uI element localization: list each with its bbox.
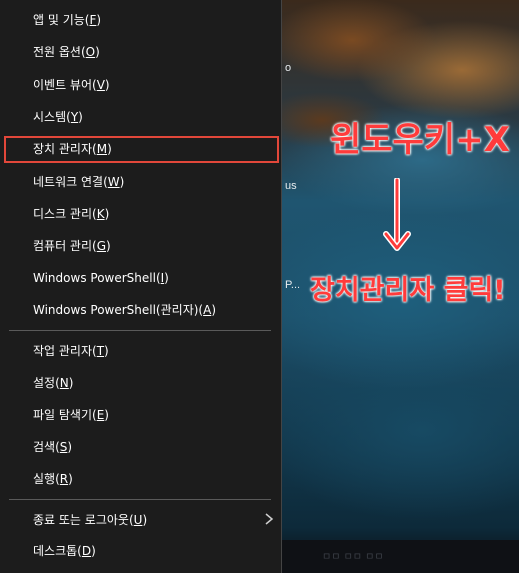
menu-item-accesskey: S (59, 440, 68, 454)
menu-separator (9, 330, 271, 331)
menu-item-accesskey: T (96, 344, 105, 358)
menu-item-label: 설정 (33, 376, 56, 390)
menu-item-accesskey: R (59, 472, 69, 486)
menu-item-label: 데스크톱 (33, 544, 78, 558)
menu-item-power-options[interactable]: 전원 옵션(O) (0, 36, 281, 68)
menu-item-shutdown-signout[interactable]: 종료 또는 로그아웃(U) (0, 504, 281, 536)
menu-item-accesskey: V (96, 78, 105, 92)
menu-item-label: 파일 탐색기 (33, 408, 93, 422)
menu-item-label: 네트워크 연결 (33, 175, 104, 189)
menu-item-powershell[interactable]: Windows PowerShell(I) (0, 262, 281, 294)
menu-item-desktop[interactable]: 데스크톱(D) (0, 535, 281, 567)
menu-item-search[interactable]: 검색(S) (0, 431, 281, 463)
annotation-arrow-icon (383, 178, 411, 251)
menu-item-accesskey: Y (70, 110, 79, 124)
menu-item-computer-management[interactable]: 컴퓨터 관리(G) (0, 230, 281, 262)
menu-item-event-viewer[interactable]: 이벤트 뷰어(V) (0, 69, 281, 101)
menu-item-label: 컴퓨터 관리 (33, 239, 93, 253)
menu-item-disk-management[interactable]: 디스크 관리(K) (0, 198, 281, 230)
menu-item-accesskey: E (96, 408, 105, 422)
menu-item-accesskey: F (89, 13, 97, 27)
menu-item-label: 앱 및 기능 (33, 13, 85, 27)
menu-item-label: 디스크 관리 (33, 207, 93, 221)
menu-item-label: 종료 또는 로그아웃 (33, 513, 129, 527)
menu-item-label: Windows PowerShell (33, 271, 156, 285)
menu-item-file-explorer[interactable]: 파일 탐색기(E) (0, 399, 281, 431)
menu-item-accesskey: U (133, 513, 143, 527)
menu-item-run[interactable]: 실행(R) (0, 463, 281, 495)
menu-item-label: 실행 (33, 472, 56, 486)
menu-item-label: Windows PowerShell(관리자) (33, 303, 199, 317)
desktop-icon-label-fragment[interactable]: o (285, 62, 291, 74)
menu-item-powershell-admin[interactable]: Windows PowerShell(관리자)(A) (0, 294, 281, 326)
menu-item-label: 이벤트 뷰어 (33, 78, 93, 92)
menu-item-label: 시스템 (33, 110, 67, 124)
taskbar-text: ㅁㅁ ㅁㅁ ㅁㅁ (322, 552, 384, 563)
menu-item-accesskey: N (59, 376, 69, 390)
menu-item-accesskey: O (85, 45, 96, 59)
menu-item-label: 전원 옵션 (33, 45, 81, 59)
menu-item-apps-features[interactable]: 앱 및 기능(F) (0, 4, 281, 36)
menu-item-accesskey: G (96, 239, 107, 253)
desktop-icon-label-fragment[interactable]: P... (285, 279, 300, 291)
menu-item-label: 작업 관리자 (33, 344, 93, 358)
menu-item-settings[interactable]: 설정(N) (0, 367, 281, 399)
chevron-right-icon (265, 513, 274, 525)
menu-item-network-connections[interactable]: 네트워크 연결(W) (0, 166, 281, 198)
menu-item-task-manager[interactable]: 작업 관리자(T) (0, 335, 281, 367)
desktop-icon-label-fragment[interactable]: us (285, 180, 297, 192)
menu-item-accesskey: K (96, 207, 105, 221)
menu-item-accesskey: W (107, 175, 120, 189)
menu-item-label: 검색 (33, 440, 56, 454)
device-manager-highlight-box (4, 136, 279, 163)
menu-item-accesskey: D (81, 544, 92, 558)
annotation-instruction: 장치관리자 클릭! (310, 275, 506, 306)
menu-item-system[interactable]: 시스템(Y) (0, 101, 281, 133)
annotation-shortcut: 윈도우키+X (330, 120, 510, 160)
menu-item-accesskey: I (160, 271, 165, 285)
menu-item-accesskey: A (203, 303, 212, 317)
menu-separator (9, 499, 271, 500)
winx-context-menu: 앱 및 기능(F) 전원 옵션(O) 이벤트 뷰어(V) 시스템(Y) 장치 관… (0, 0, 282, 573)
taskbar[interactable]: ㅁㅁ ㅁㅁ ㅁㅁ (282, 540, 519, 573)
